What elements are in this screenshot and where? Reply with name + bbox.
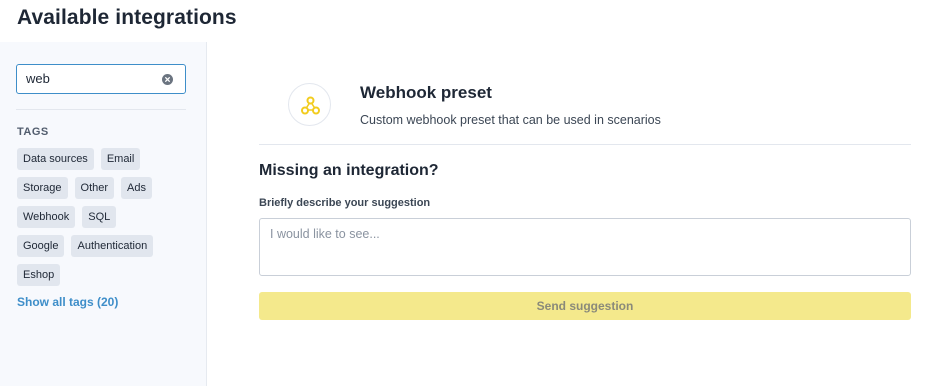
sidebar: TAGS Data sources Email Storage Other Ad… xyxy=(0,42,207,386)
missing-integration-heading: Missing an integration? xyxy=(259,162,439,179)
clear-icon[interactable] xyxy=(162,74,173,85)
tag-webhook[interactable]: Webhook xyxy=(17,206,76,228)
preset-description: Custom webhook preset that can be used i… xyxy=(360,113,661,127)
send-suggestion-button[interactable]: Send suggestion xyxy=(259,292,911,320)
tag-email[interactable]: Email xyxy=(100,148,141,170)
page-title: Available integrations xyxy=(17,6,237,29)
tag-storage[interactable]: Storage xyxy=(17,177,68,199)
tag-data-sources[interactable]: Data sources xyxy=(17,148,94,170)
tags-heading: TAGS xyxy=(17,126,49,138)
sidebar-divider xyxy=(16,109,186,110)
search-input[interactable] xyxy=(26,71,156,86)
tag-authentication[interactable]: Authentication xyxy=(71,235,154,257)
show-all-tags-link[interactable]: Show all tags (20) xyxy=(17,295,118,309)
tag-google[interactable]: Google xyxy=(17,235,65,257)
tag-sql[interactable]: SQL xyxy=(82,206,117,228)
tag-row: Eshop xyxy=(17,264,197,286)
preset-card[interactable]: Webhook preset Custom webhook preset tha… xyxy=(259,66,911,145)
tag-eshop[interactable]: Eshop xyxy=(17,264,61,286)
tag-row: Google Authentication xyxy=(17,235,197,257)
tag-row: Data sources Email xyxy=(17,148,197,170)
preset-title: Webhook preset xyxy=(360,83,492,102)
tag-row: Storage Other Ads xyxy=(17,177,197,199)
tag-row: Webhook SQL xyxy=(17,206,197,228)
suggestion-textarea[interactable] xyxy=(259,218,911,276)
suggestion-label: Briefly describe your suggestion xyxy=(259,197,431,209)
tag-ads[interactable]: Ads xyxy=(121,177,153,199)
preset-icon-container xyxy=(288,83,331,126)
webhook-icon xyxy=(301,96,320,115)
tag-other[interactable]: Other xyxy=(74,177,115,199)
tag-list: Data sources Email Storage Other Ads Web… xyxy=(17,148,197,293)
search-box[interactable] xyxy=(16,64,186,94)
